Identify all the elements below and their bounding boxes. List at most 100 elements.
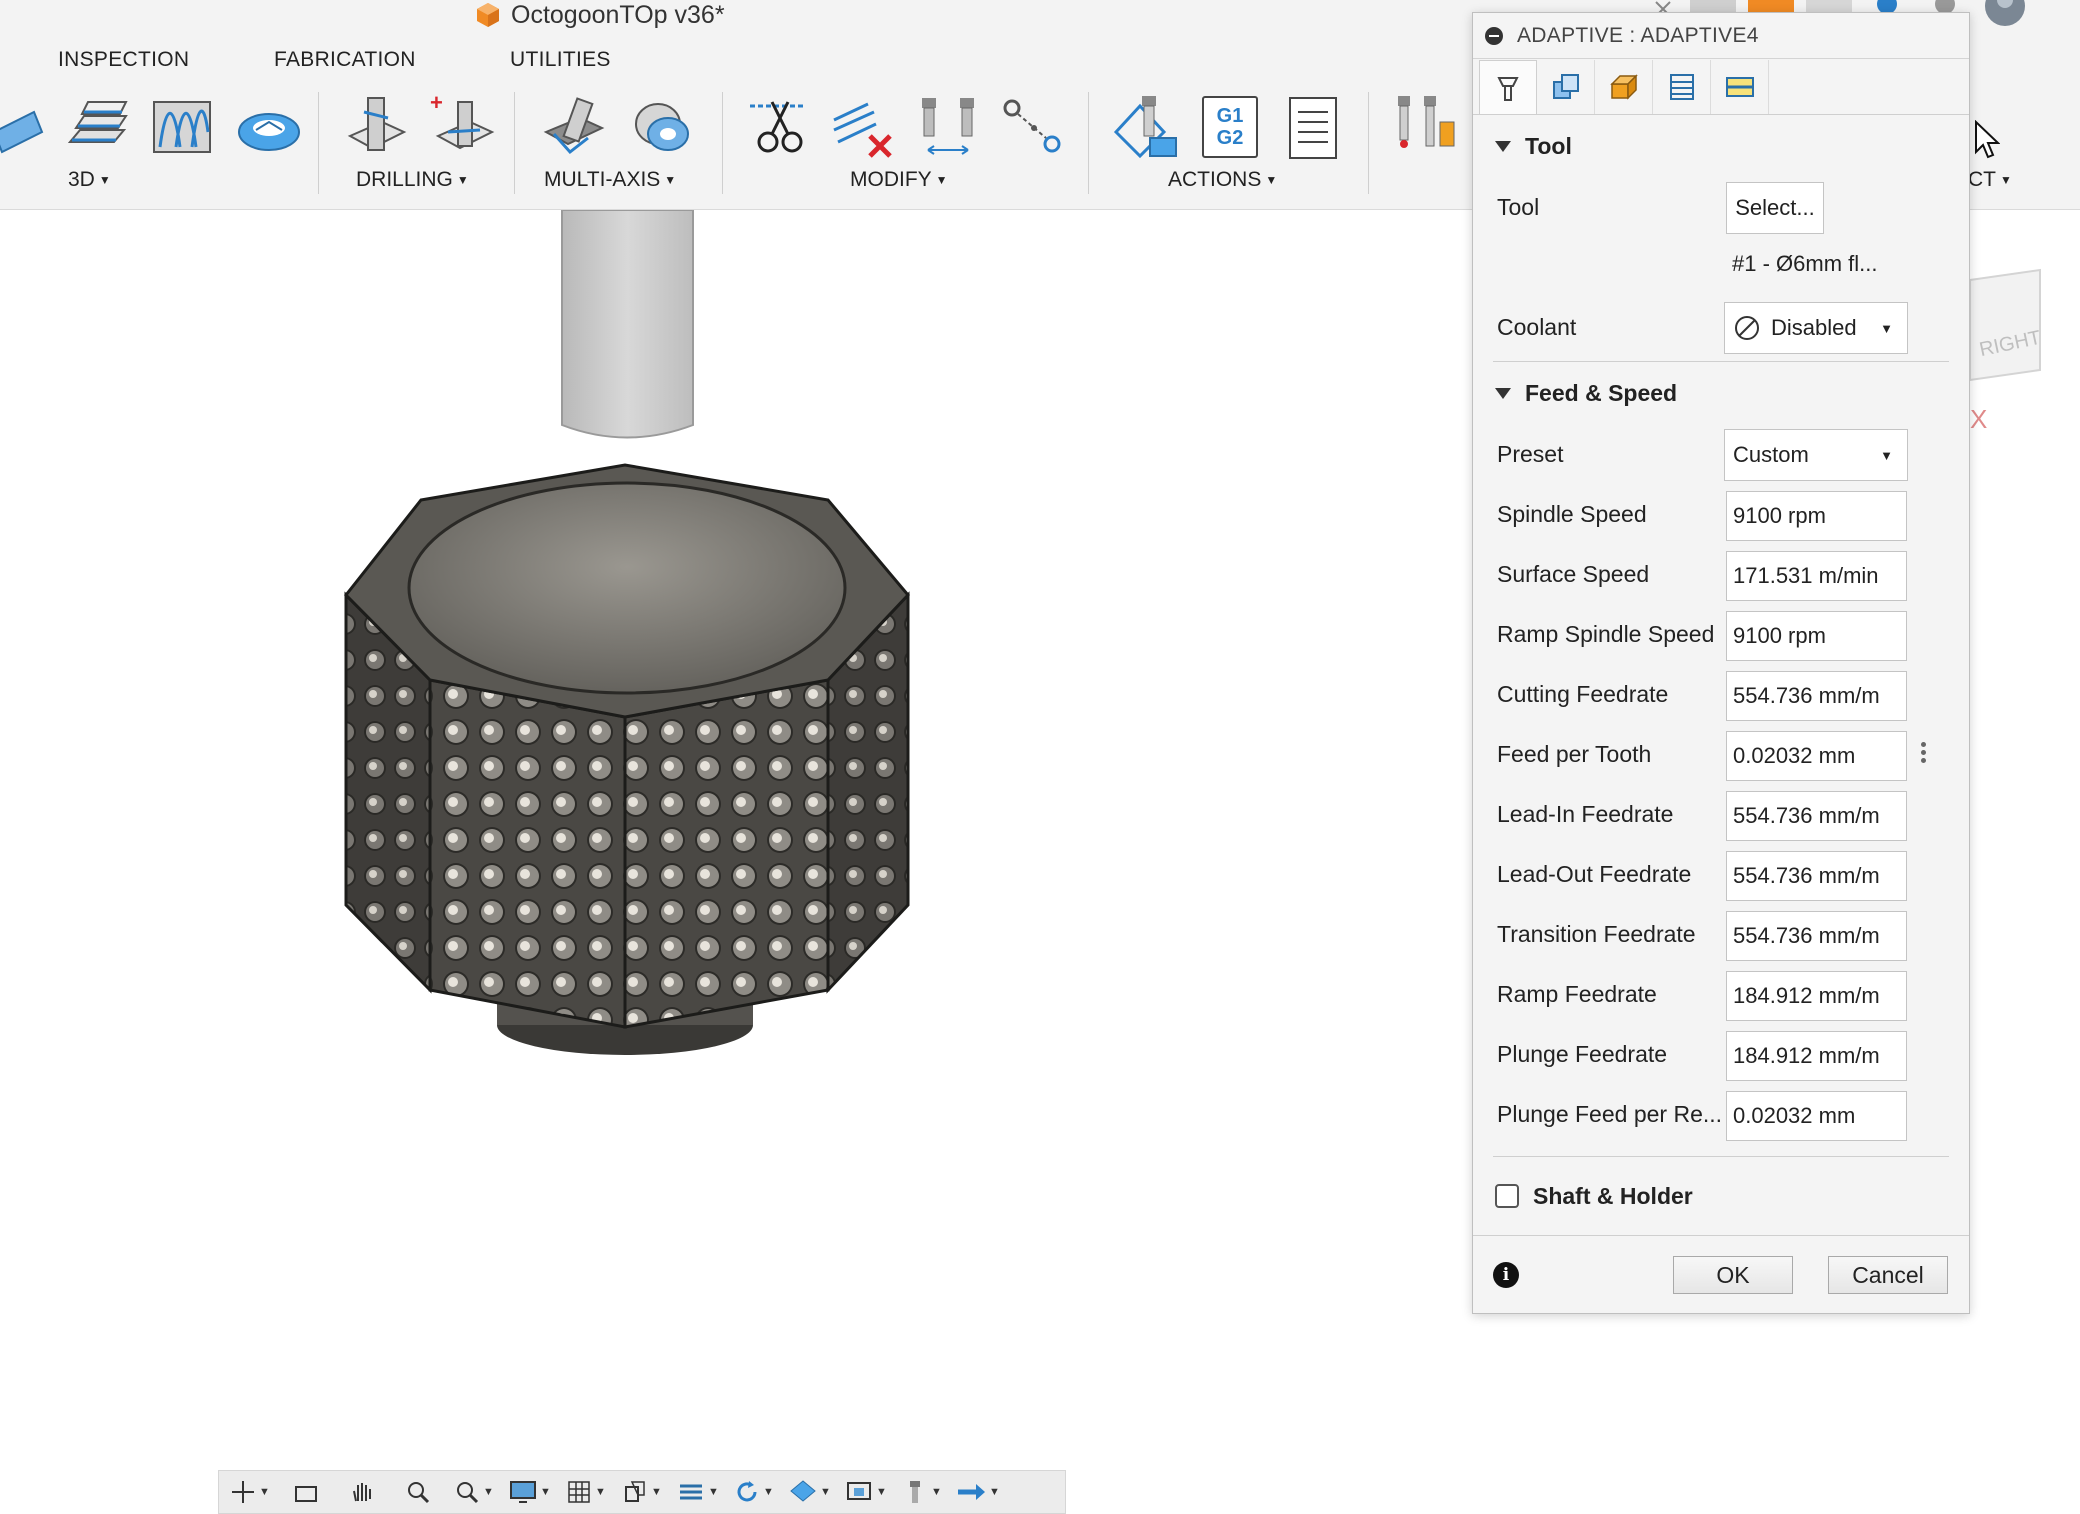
more-options-icon[interactable] (1921, 742, 1927, 766)
feed-per-tooth-input[interactable] (1726, 731, 1907, 781)
shaft-holder-row[interactable]: Shaft & Holder (1473, 1167, 1969, 1225)
tool-compare-icon[interactable] (914, 92, 984, 162)
section-tool-header[interactable]: Tool (1473, 115, 1969, 177)
group-select[interactable]: CT ▼ (1968, 168, 2012, 192)
drill-icon[interactable] (342, 92, 412, 162)
field-label: Plunge Feedrate (1497, 1040, 1668, 1067)
viewcube-axis-label: X (1970, 404, 1987, 430)
coolant-dropdown[interactable]: Disabled ▼ (1724, 302, 1908, 354)
field-label: Spindle Speed (1497, 500, 1647, 527)
group-3d[interactable]: 3D ▼ (68, 168, 111, 192)
post-process-icon[interactable]: G1 G2 (1202, 96, 1258, 158)
tab-fabrication[interactable]: FABRICATION (274, 48, 416, 72)
3d-parallel-icon[interactable] (148, 92, 218, 162)
tool-display-button[interactable]: ▼ (899, 1474, 945, 1510)
svg-text:+: + (430, 92, 443, 115)
caret-down-icon: ▼ (2000, 173, 2012, 187)
transition-feedrate-input[interactable] (1726, 911, 1907, 961)
shaft-holder-checkbox[interactable] (1495, 1184, 1519, 1208)
pan-button[interactable] (339, 1474, 385, 1510)
lead-out-feedrate-input[interactable] (1726, 851, 1907, 901)
caret-down-icon: ▼ (1265, 173, 1278, 187)
3d-adaptive-icon[interactable] (0, 92, 46, 162)
mouse-cursor-icon (1975, 120, 2000, 159)
section-feed-speed-header[interactable]: Feed & Speed (1473, 362, 1969, 424)
info-icon[interactable]: i (1493, 1261, 1519, 1288)
machine-button[interactable]: ▼ (843, 1474, 889, 1510)
cube-view-icon (625, 1481, 645, 1502)
ribbon-separator (1088, 92, 1089, 194)
spindle-speed-input[interactable] (1726, 491, 1907, 541)
field-row-plunge-feed-per-rev: Plunge Feed per Re... (1473, 1084, 1969, 1144)
lead-in-feedrate-input[interactable] (1726, 791, 1907, 841)
group-actions[interactable]: ACTIONS ▼ (1168, 168, 1277, 192)
tab-passes[interactable] (1653, 60, 1711, 114)
hole-recognition-icon[interactable]: + (428, 92, 498, 162)
trim-scissors-icon[interactable] (744, 92, 814, 162)
field-row-surface-speed: Surface Speed (1473, 544, 1969, 604)
coolant-label: Coolant (1497, 313, 1577, 340)
tool-tab-icon (1497, 76, 1519, 101)
coolant-value: Disabled (1771, 315, 1857, 340)
adaptive-operation-dialog: ADAPTIVE : ADAPTIVE4 Tool Tool Select...… (1472, 12, 1970, 1314)
preset-value: Custom (1733, 442, 1809, 467)
preset-label: Preset (1497, 440, 1564, 467)
collapse-triangle-icon (1495, 387, 1511, 399)
tab-utilities[interactable]: UTILITIES (510, 48, 611, 72)
3d-scallop-icon[interactable] (234, 96, 304, 166)
surface-speed-input[interactable] (1726, 551, 1907, 601)
linking-tab-icon (1725, 77, 1754, 97)
swarf-icon[interactable] (540, 94, 610, 164)
look-at-button[interactable] (283, 1474, 329, 1510)
tab-linking[interactable] (1711, 60, 1769, 114)
document-tab[interactable]: OctogoonTOp v36* (475, 0, 725, 30)
delete-toolpath-icon[interactable] (830, 94, 900, 164)
field-label: Cutting Feedrate (1497, 680, 1669, 707)
grid-button[interactable]: ▼ (563, 1474, 609, 1510)
orbit-move-button[interactable]: ▼ (227, 1474, 273, 1510)
field-row-lead-in-feedrate: Lead-In Feedrate (1473, 784, 1969, 844)
ramp-spindle-speed-input[interactable] (1726, 611, 1907, 661)
dialog-header[interactable]: ADAPTIVE : ADAPTIVE4 (1473, 13, 1969, 59)
toolpath-arrow-icon (958, 1484, 986, 1500)
move-arrows-icon (232, 1481, 255, 1503)
path-points-icon[interactable] (998, 92, 1068, 162)
stock-button[interactable]: ▼ (787, 1474, 833, 1510)
zoom-button[interactable] (395, 1474, 441, 1510)
viewports-button[interactable]: ▼ (619, 1474, 665, 1510)
shaft-holder-label: Shaft & Holder (1533, 1182, 1693, 1209)
octagon-knob-model[interactable] (330, 210, 940, 1090)
user-avatar[interactable] (1980, 0, 2030, 30)
group-modify[interactable]: MODIFY ▼ (850, 168, 948, 192)
display-settings-button[interactable]: ▼ (507, 1474, 553, 1510)
cutting-feedrate-input[interactable] (1726, 671, 1907, 721)
layers-button[interactable]: ▼ (675, 1474, 721, 1510)
refresh-icon (737, 1481, 757, 1502)
viewcube[interactable]: RIGHT X (1960, 260, 2070, 430)
cancel-button[interactable]: Cancel (1828, 1256, 1948, 1294)
plunge-feedrate-input[interactable] (1726, 1031, 1907, 1081)
setup-sheet-icon[interactable] (1284, 94, 1344, 164)
chevron-down-icon: ▼ (1880, 320, 1893, 336)
refresh-button[interactable]: ▼ (731, 1474, 777, 1510)
tool-library-icon[interactable] (1390, 92, 1460, 162)
ramp-feedrate-input[interactable] (1726, 971, 1907, 1021)
select-tool-button[interactable]: Select... (1726, 182, 1824, 234)
3d-contour-icon[interactable] (62, 92, 132, 162)
zoom-icon (408, 1482, 430, 1504)
multiaxis-contour-icon[interactable] (626, 94, 696, 164)
fit-button[interactable]: ▼ (451, 1474, 497, 1510)
field-label: Lead-Out Feedrate (1497, 860, 1692, 887)
plunge-feed-per-rev-input[interactable] (1726, 1091, 1907, 1141)
preset-dropdown[interactable]: Custom ▼ (1724, 429, 1908, 481)
tab-heights[interactable] (1595, 60, 1653, 114)
ok-button[interactable]: OK (1673, 1256, 1793, 1294)
group-multi-axis[interactable]: MULTI-AXIS ▼ (544, 168, 676, 192)
tab-geometry[interactable] (1537, 60, 1595, 114)
tab-inspection[interactable]: INSPECTION (58, 48, 189, 72)
collapse-dialog-icon[interactable] (1485, 26, 1503, 45)
simulate-icon[interactable] (1112, 92, 1182, 162)
tab-tool[interactable] (1479, 60, 1537, 114)
group-drilling[interactable]: DRILLING ▼ (356, 168, 469, 192)
toolpath-display-button[interactable]: ▼ (955, 1474, 1001, 1510)
